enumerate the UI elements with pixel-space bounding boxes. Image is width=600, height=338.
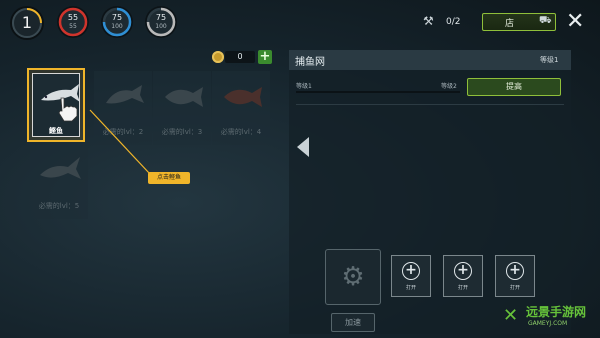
open-slot[interactable]: + 打开 — [443, 255, 483, 297]
current-level-label: 等级1 — [296, 83, 312, 90]
watermark-title: 远景手游网 — [526, 305, 587, 319]
plus-icon: + — [402, 262, 420, 280]
gear-icon: ⚙ — [341, 262, 365, 292]
open-slot[interactable]: + 打开 — [391, 255, 431, 297]
arrow-left-icon[interactable] — [297, 137, 309, 157]
open-label: 打开 — [405, 285, 416, 291]
watermark-url: GAMEYJ.COM — [528, 320, 568, 327]
level-progress-bar — [296, 91, 460, 93]
plus-icon: + — [506, 262, 524, 280]
divider — [296, 104, 564, 105]
gear-slot[interactable]: ⚙ — [325, 249, 381, 305]
watermark-logo-icon: ✕ — [503, 305, 519, 326]
open-label: 打开 — [509, 285, 520, 291]
panel-level: 等级1 — [540, 56, 559, 64]
net-panel-header — [289, 50, 571, 70]
open-label: 打开 — [457, 285, 468, 291]
next-level-label: 等级2 — [441, 83, 457, 90]
upgrade-button[interactable]: 提高 — [467, 78, 561, 96]
watermark: ✕ 远景手游网 GAMEYJ.COM — [503, 303, 598, 335]
panel-title: 捕鱼网 — [295, 57, 325, 68]
plus-icon: + — [454, 262, 472, 280]
speed-up-button[interactable]: 加速 — [331, 313, 375, 332]
open-slot[interactable]: + 打开 — [495, 255, 535, 297]
tooltip: 点击鲣鱼 — [148, 172, 190, 184]
